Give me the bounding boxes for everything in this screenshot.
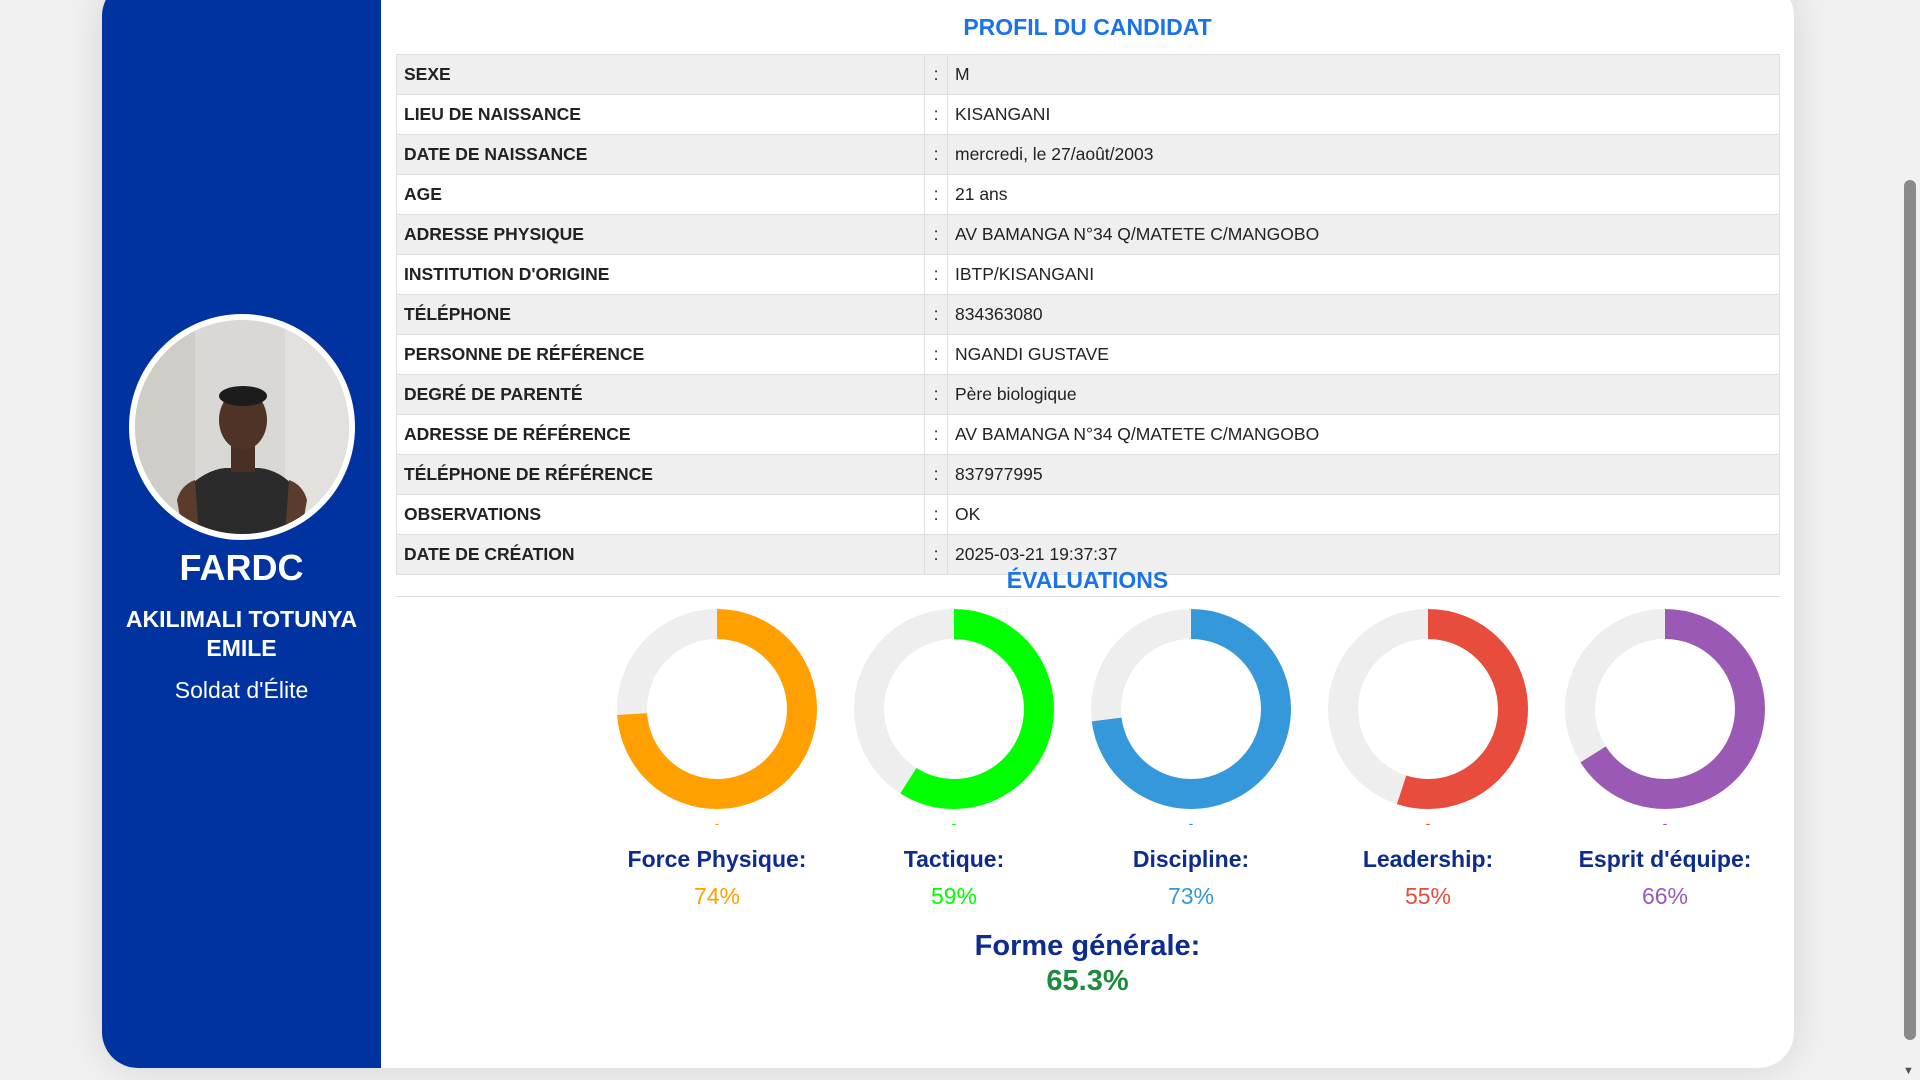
profile-row-label: ADRESSE DE RÉFÉRENCE <box>396 414 925 455</box>
profile-row-value: KISANGANI <box>947 94 1780 135</box>
profile-row: TÉLÉPHONE:834363080 <box>396 294 1780 335</box>
profile-row-separator: : <box>924 94 948 135</box>
profile-row: DEGRÉ DE PARENTÉ: Père biologique <box>396 374 1780 415</box>
profile-row-separator: : <box>924 334 948 375</box>
profile-row-separator: : <box>924 294 948 335</box>
profile-row: PERSONNE DE RÉFÉRENCE: NGANDI GUSTAVE <box>396 334 1780 375</box>
profile-row-separator: : <box>924 254 948 295</box>
profile-row-separator: : <box>924 454 948 495</box>
profile-row-value: M <box>947 54 1780 95</box>
metric-label: Tactique: <box>903 846 1005 872</box>
donut-chart <box>854 609 1054 809</box>
metric-value: 74% <box>693 883 741 909</box>
evaluations-title: ÉVALUATIONS <box>1006 567 1169 593</box>
metric-dash: - <box>714 815 720 831</box>
profile-row-label: OBSERVATIONS <box>396 494 925 535</box>
profile-row-label: DATE DE NAISSANCE <box>396 134 925 175</box>
profile-row-separator: : <box>924 54 948 95</box>
donut-chart <box>617 609 817 809</box>
metric-label: Discipline: <box>1132 846 1250 872</box>
profile-row-label: PERSONNE DE RÉFÉRENCE <box>396 334 925 375</box>
profile-row: INSTITUTION D'ORIGINE: IBTP/KISANGANI <box>396 254 1780 295</box>
main-content: PROFIL DU CANDIDAT SEXE: M LIEU DE NAISSAN… <box>381 0 1794 1068</box>
candidate-photo <box>129 314 355 540</box>
profile-row: SEXE: M <box>396 54 1780 95</box>
donut-chart <box>1328 609 1528 809</box>
brand-title: FARDC <box>179 547 304 588</box>
profile-row-value: Père biologique <box>947 374 1780 415</box>
profile-row-separator: : <box>924 374 948 415</box>
metric-dash: - <box>1662 815 1668 831</box>
scrollbar-thumb[interactable] <box>1904 180 1916 1040</box>
profile-row: ADRESSE DE RÉFÉRENCE: AV BAMANGA N°34 Q/M… <box>396 414 1780 455</box>
candidate-name: AKILIMALI TOTUNYA EMILE <box>125 606 358 661</box>
profile-row-value: IBTP/KISANGANI <box>947 254 1780 295</box>
sidebar: FARDC AKILIMALI TOTUNYA EMILE Soldat d'É… <box>102 0 381 1068</box>
profile-row: DATE DE NAISSANCE: mercredi, le 27/août/2… <box>396 134 1780 175</box>
profile-row: LIEU DE NAISSANCE: KISANGANI <box>396 94 1780 135</box>
overall-value: 65.3% <box>1046 965 1129 997</box>
profile-row-label: ADRESSE PHYSIQUE <box>396 214 925 255</box>
candidate-rank: Soldat d'Élite <box>174 677 309 703</box>
donut-chart <box>1565 609 1765 809</box>
profile-row-value: 837977995 <box>947 454 1780 495</box>
metric-dash: - <box>1188 815 1194 831</box>
metric-item: - Esprit d'équipe: 66% <box>1547 608 1783 910</box>
metric-value: 66% <box>1641 883 1689 909</box>
metric-dash: - <box>1425 815 1431 831</box>
metric-item: - Leadership: 55% <box>1310 608 1546 910</box>
profile-row: OBSERVATIONS: OK <box>396 494 1780 535</box>
profile-row-separator: : <box>924 414 948 455</box>
profile-row-separator: : <box>924 494 948 535</box>
candidate-card: FARDC AKILIMALI TOTUNYA EMILE Soldat d'É… <box>102 0 1794 1068</box>
profile-row-label: LIEU DE NAISSANCE <box>396 94 925 135</box>
scroll-down-icon[interactable]: ▼ <box>1903 1065 1914 1077</box>
profile-row-value: AV BAMANGA N°34 Q/MATETE C/MANGOBO <box>947 214 1780 255</box>
profile-title: PROFIL DU CANDIDAT <box>963 14 1212 40</box>
profile-row-label: SEXE <box>396 54 925 95</box>
profile-row-separator: : <box>924 174 948 215</box>
profile-row-value: 834363080 <box>947 294 1780 335</box>
profile-row-label: TÉLÉPHONE DE RÉFÉRENCE <box>396 454 925 495</box>
metric-value: 59% <box>930 883 978 909</box>
profile-row-separator: : <box>924 134 948 175</box>
profile-row-value: 21 ans <box>947 174 1780 215</box>
profile-row-label: TÉLÉPHONE <box>396 294 925 335</box>
metric-item: - Discipline: 73% <box>1073 608 1309 910</box>
overall-label: Forme générale: <box>974 930 1201 962</box>
profile-row: ADRESSE PHYSIQUE: AV BAMANGA N°34 Q/MATET… <box>396 214 1780 255</box>
metric-dash: - <box>951 815 957 831</box>
metric-item: - Force Physique: 74% <box>599 608 835 910</box>
profile-row-separator: : <box>924 214 948 255</box>
profile-row-label: INSTITUTION D'ORIGINE <box>396 254 925 295</box>
metric-value: 55% <box>1404 883 1452 909</box>
metric-label: Esprit d'équipe: <box>1578 846 1752 872</box>
profile-row-value: AV BAMANGA N°34 Q/MATETE C/MANGOBO <box>947 414 1780 455</box>
evaluations-divider <box>396 596 1780 597</box>
profile-row-value: mercredi, le 27/août/2003 <box>947 134 1780 175</box>
donut-chart <box>1091 609 1291 809</box>
profile-row-label: DEGRÉ DE PARENTÉ <box>396 374 925 415</box>
metric-value: 73% <box>1167 883 1215 909</box>
overall-fitness: Forme générale: 65.3% <box>381 930 1794 998</box>
profile-row-value: NGANDI GUSTAVE <box>947 334 1780 375</box>
profile-row: AGE:21 ans <box>396 174 1780 215</box>
profile-row-label: AGE <box>396 174 925 215</box>
metric-item: - Tactique: 59% <box>836 608 1072 910</box>
profile-row-value: OK <box>947 494 1780 535</box>
metric-label: Leadership: <box>1362 846 1494 872</box>
metric-label: Force Physique: <box>627 846 807 872</box>
profile-row: TÉLÉPHONE DE RÉFÉRENCE:837977995 <box>396 454 1780 495</box>
page-scrollbar[interactable]: ▼ <box>1900 0 1920 1080</box>
profile-table: SEXE: M LIEU DE NAISSANCE: KISANGANI DATE DE… <box>396 54 1780 575</box>
